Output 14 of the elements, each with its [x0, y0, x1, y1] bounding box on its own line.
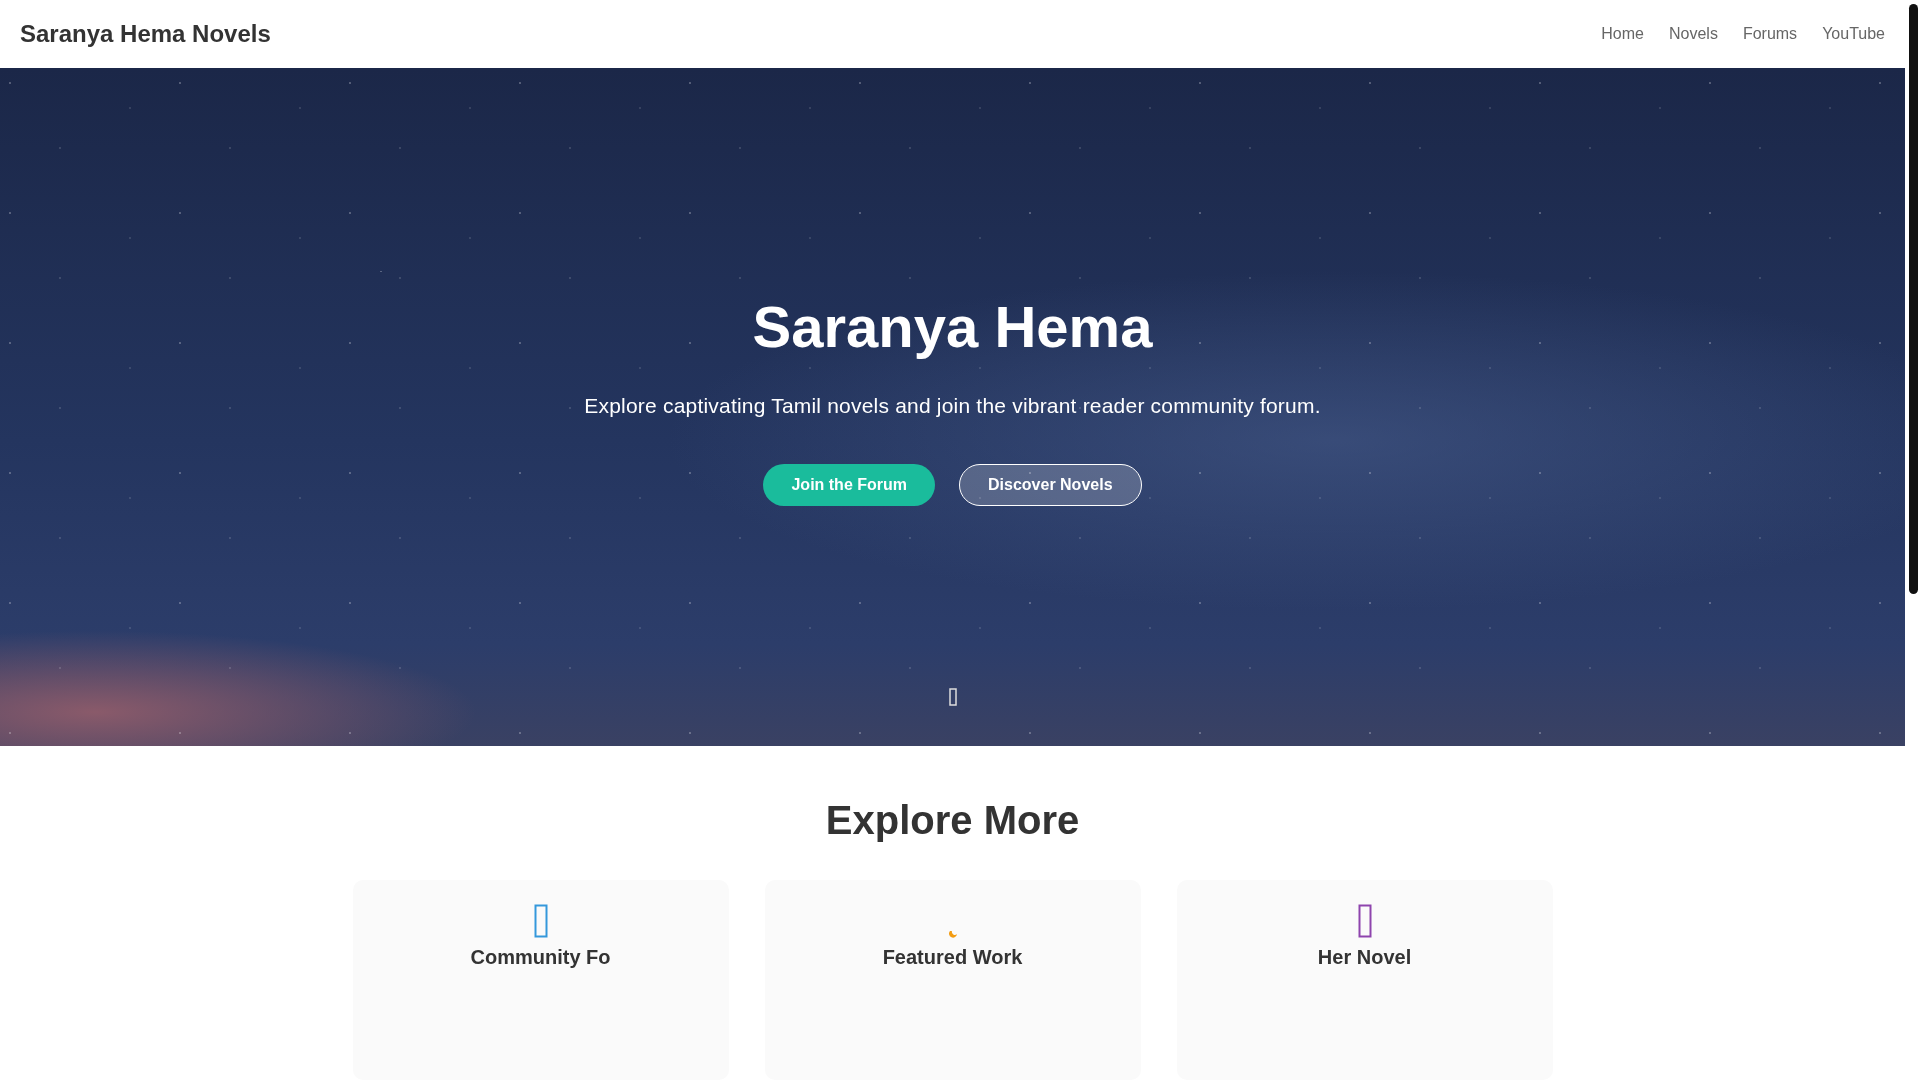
card-title: Featured Work [882, 946, 1023, 969]
hero-title: Saranya Hema [752, 293, 1153, 361]
card-title: Her Novel [1317, 946, 1412, 969]
hero-subtitle: Explore captivating Tamil novels and join the vibrant reader community forum. [584, 394, 1321, 419]
nav-link[interactable]: YouTube [1822, 25, 1885, 44]
nav-link[interactable]: Home [1601, 25, 1644, 44]
discover-button[interactable]: Discover Novels [959, 464, 1142, 507]
chevron-icon[interactable] [948, 688, 957, 706]
scrollbar-thumb[interactable] [1909, 4, 1918, 594]
nav-link[interactable]: Forums [1742, 25, 1798, 44]
nav-link[interactable]: Novels [1669, 25, 1718, 44]
card-title: Community Fo [470, 946, 611, 969]
section-title: Explore More [825, 797, 1080, 844]
site-title[interactable]: Saranya Hema Novels [20, 20, 271, 49]
